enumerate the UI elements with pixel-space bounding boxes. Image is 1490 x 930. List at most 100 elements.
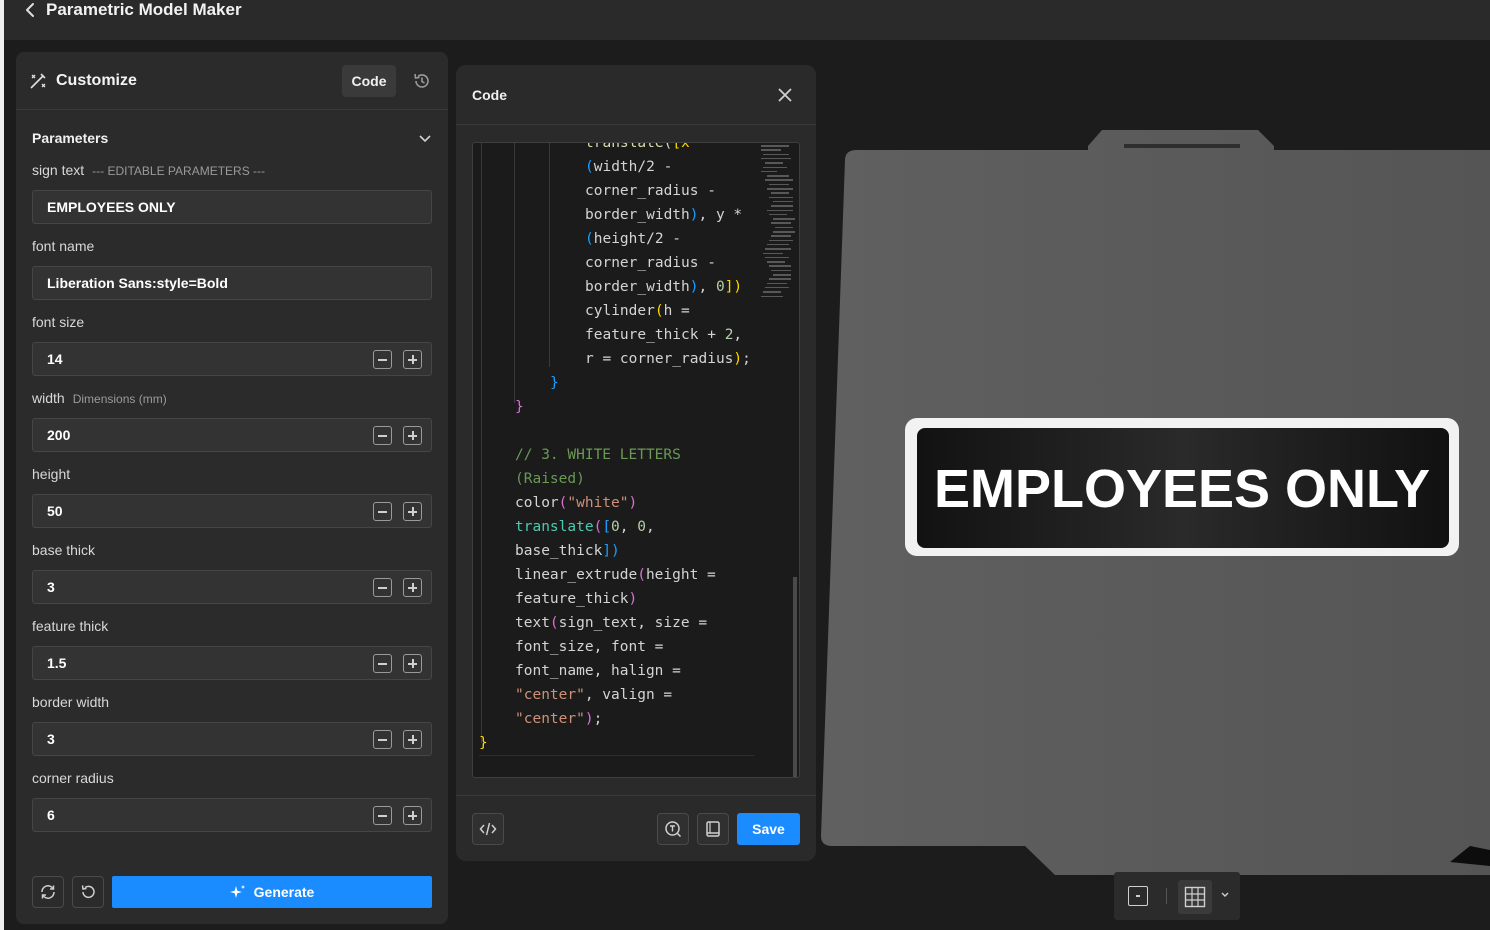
decrement-icon[interactable]: [373, 730, 392, 749]
code-editor[interactable]: translate([x * (width/2 - corner_radius -b…: [472, 142, 800, 778]
search-text-button[interactable]: [657, 813, 689, 845]
increment-icon[interactable]: [403, 806, 422, 825]
number-stepper-field[interactable]: 1.5: [32, 646, 432, 680]
generate-button[interactable]: Generate: [112, 876, 432, 908]
decrement-icon[interactable]: [373, 350, 392, 369]
increment-icon[interactable]: [403, 730, 422, 749]
number-stepper-field[interactable]: 3: [32, 570, 432, 604]
code-token: h =: [663, 303, 690, 319]
code-token: border_width: [585, 207, 690, 223]
minimap-line: [765, 179, 793, 181]
model-viewport[interactable]: EMPLOYEES ONLY: [820, 40, 1490, 930]
minimap-line: [761, 295, 783, 297]
close-icon[interactable]: [774, 84, 796, 106]
number-stepper-field[interactable]: 50: [32, 494, 432, 528]
code-line: base_thick]): [515, 539, 620, 563]
sparkle-icon: [229, 885, 245, 898]
code-token: (Raised): [515, 471, 585, 487]
field-value[interactable]: 3: [47, 571, 55, 603]
decrement-icon[interactable]: [373, 578, 392, 597]
field-value[interactable]: EMPLOYEES ONLY: [47, 191, 176, 223]
history-icon[interactable]: [408, 67, 436, 95]
decrement-icon[interactable]: [373, 654, 392, 673]
code-text[interactable]: translate([x * (width/2 - corner_radius -b…: [473, 142, 763, 777]
parameters-toggle[interactable]: Parameters: [32, 128, 432, 148]
minimap-line: [763, 291, 781, 293]
chevron-down-icon[interactable]: [1220, 890, 1230, 900]
decrement-icon[interactable]: [373, 426, 392, 445]
code-line: corner_radius -: [585, 251, 716, 275]
chevron-down-icon: [419, 135, 431, 143]
decrement-icon[interactable]: [373, 806, 392, 825]
frame-icon[interactable]: [1128, 886, 1148, 906]
window-edge: [0, 0, 4, 930]
reset-button[interactable]: [72, 876, 104, 908]
code-line: r = corner_radius);: [585, 347, 751, 371]
code-token: font_size, font =: [515, 639, 664, 655]
code-line: color("white"): [515, 491, 637, 515]
current-line: [479, 755, 754, 777]
text-input-field[interactable]: EMPLOYEES ONLY: [32, 190, 432, 224]
code-token: 0: [637, 519, 646, 535]
code-token: border_width: [585, 279, 690, 295]
field-value[interactable]: 3: [47, 723, 55, 755]
toolbar-divider: [1166, 888, 1167, 904]
code-token: ): [689, 207, 699, 223]
code-token: cylinder: [585, 303, 655, 319]
minimap-line: [769, 278, 791, 280]
code-token: ;: [593, 711, 603, 727]
code-token: linear_extrude: [515, 567, 638, 583]
code-token: ): [584, 711, 594, 727]
code-format-button[interactable]: [472, 813, 504, 845]
model-preview: EMPLOYEES ONLY: [821, 130, 1490, 875]
code-line: (Raised): [515, 467, 585, 491]
save-button[interactable]: Save: [737, 813, 800, 845]
code-line: "center");: [515, 707, 602, 731]
customize-panel: Customize Code Parameters sign text --- E…: [16, 52, 448, 924]
code-token: width/2 -: [593, 159, 673, 175]
increment-icon[interactable]: [403, 350, 422, 369]
field-value[interactable]: 1.5: [47, 647, 66, 679]
code-token: height =: [645, 567, 716, 583]
code-minimap[interactable]: [759, 143, 799, 313]
minimap-line: [765, 256, 789, 259]
field-value[interactable]: 200: [47, 419, 70, 451]
field-value[interactable]: 14: [47, 343, 63, 375]
increment-icon[interactable]: [403, 426, 422, 445]
number-stepper-field[interactable]: 14: [32, 342, 432, 376]
grid-toggle[interactable]: [1178, 880, 1212, 914]
increment-icon[interactable]: [403, 578, 422, 597]
field-value[interactable]: 6: [47, 799, 55, 831]
field-label-4: height: [32, 466, 70, 482]
number-stepper-field[interactable]: 6: [32, 798, 432, 832]
back-chevron-icon[interactable]: [22, 0, 38, 20]
field-value[interactable]: 50: [47, 495, 63, 527]
minimap-line: [761, 149, 781, 151]
code-token: ): [628, 591, 638, 607]
increment-icon[interactable]: [403, 502, 422, 521]
code-footer-divider: [456, 795, 816, 796]
code-line: feature_thick): [515, 587, 637, 611]
editor-scrollbar[interactable]: [793, 577, 797, 777]
code-line: feature_thick + 2,: [585, 323, 742, 347]
increment-icon[interactable]: [403, 654, 422, 673]
code-line: (height/2 -: [585, 227, 681, 251]
code-line: corner_radius -: [585, 179, 716, 203]
number-stepper-field[interactable]: 200: [32, 418, 432, 452]
decrement-icon[interactable]: [373, 502, 392, 521]
minimap-line: [767, 261, 785, 263]
code-button[interactable]: Code: [342, 65, 396, 97]
code-token: translate(: [585, 142, 673, 151]
number-stepper-field[interactable]: 3: [32, 722, 432, 756]
code-token: ,: [645, 519, 655, 535]
field-value[interactable]: Liberation Sans:style=Bold: [47, 267, 228, 299]
minimap-line: [763, 166, 787, 168]
code-token: (: [637, 567, 646, 583]
code-token: (: [654, 303, 664, 319]
text-input-field[interactable]: Liberation Sans:style=Bold: [32, 266, 432, 300]
minimap-line: [773, 274, 791, 276]
field-section-label: Dimensions (mm): [72, 392, 167, 406]
docs-button[interactable]: [697, 813, 729, 845]
magic-wand-icon: [28, 71, 48, 91]
auto-refresh-button[interactable]: [32, 876, 64, 908]
